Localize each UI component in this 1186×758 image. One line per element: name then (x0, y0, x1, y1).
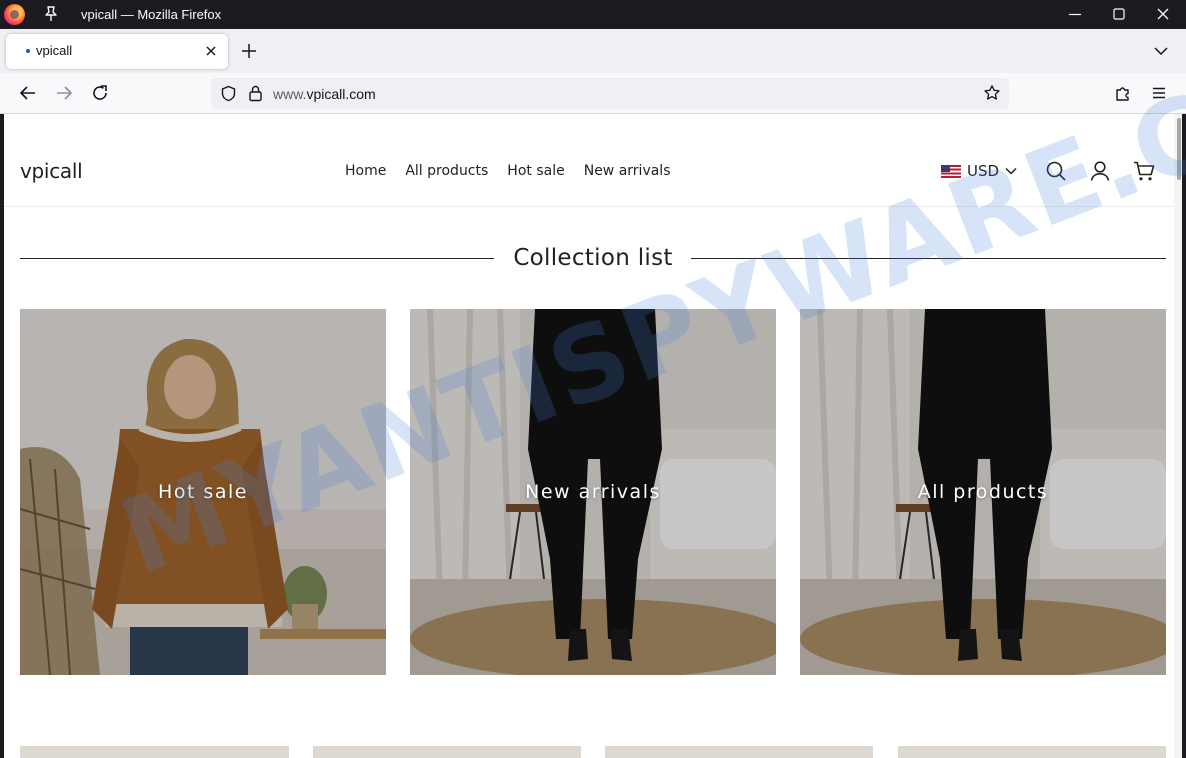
close-icon (1157, 8, 1169, 20)
page-scrollbar[interactable] (1174, 114, 1182, 758)
collection-list-heading: Collection list (20, 242, 1166, 276)
reload-icon[interactable] (91, 84, 109, 102)
window-titlebar: vpicall — Mozilla Firefox (0, 0, 1186, 29)
url-text[interactable]: www.vpicall.com (273, 86, 376, 102)
maximize-button[interactable] (1096, 0, 1142, 29)
navigation-toolbar: www.vpicall.com (0, 73, 1186, 114)
window-title: vpicall — Mozilla Firefox (81, 7, 222, 22)
lock-icon[interactable] (248, 85, 263, 102)
flag-us-icon (941, 164, 961, 178)
minimize-icon (1069, 13, 1081, 16)
maximize-icon (1113, 8, 1125, 20)
forward-icon[interactable] (55, 84, 73, 102)
tab-favicon (26, 49, 30, 53)
collection-card-hot-sale[interactable]: Hot sale (20, 309, 386, 675)
collection-card-new-arrivals[interactable]: New arrivals (410, 309, 776, 675)
product-card-peek[interactable] (605, 746, 873, 758)
bookmark-star-icon[interactable] (983, 84, 1001, 102)
product-card-peek[interactable] (898, 746, 1166, 758)
menu-item-hot-sale[interactable]: Hot sale (507, 163, 564, 179)
collection-card-all-products[interactable]: All products (800, 309, 1166, 675)
extensions-icon[interactable] (1114, 84, 1132, 102)
shield-icon[interactable] (220, 85, 237, 102)
menu-item-new-arrivals[interactable]: New arrivals (584, 163, 671, 179)
main-menu: Home All products Hot sale New arrivals (345, 163, 671, 179)
url-host-prefix: www. (273, 86, 307, 102)
close-window-button[interactable] (1140, 0, 1186, 29)
back-icon[interactable] (19, 84, 37, 102)
product-card-peek[interactable] (313, 746, 581, 758)
tab-vpicall[interactable]: vpicall (6, 34, 228, 69)
app-menu-icon[interactable] (1150, 84, 1168, 102)
tab-strip: vpicall (0, 29, 1186, 73)
tab-close-icon[interactable] (204, 44, 218, 58)
chevron-down-icon (1005, 167, 1017, 175)
search-icon[interactable] (1045, 160, 1067, 182)
collection-label: New arrivals (525, 481, 661, 503)
url-bar[interactable]: www.vpicall.com (211, 78, 1009, 109)
menu-item-home[interactable]: Home (345, 163, 386, 179)
url-host: vpicall.com (306, 86, 376, 102)
page-viewport: vpicall Home All products Hot sale New a… (4, 114, 1182, 758)
currency-code: USD (967, 162, 1000, 180)
site-logo[interactable]: vpicall (20, 159, 83, 183)
account-icon[interactable] (1089, 160, 1111, 182)
section-title: Collection list (513, 245, 673, 271)
tab-list-icon[interactable] (1152, 42, 1170, 60)
minimize-button[interactable] (1052, 0, 1098, 29)
collection-label: Hot sale (158, 481, 248, 503)
collection-label: All products (917, 481, 1049, 503)
currency-selector[interactable]: USD (941, 161, 1017, 181)
product-card-peek[interactable] (20, 746, 289, 758)
pin-icon[interactable] (44, 6, 58, 22)
cart-icon[interactable] (1133, 160, 1155, 182)
firefox-logo-icon (4, 4, 25, 25)
site-header: vpicall Home All products Hot sale New a… (4, 114, 1174, 207)
scrollbar-thumb[interactable] (1177, 118, 1181, 180)
menu-item-all-products[interactable]: All products (405, 163, 488, 179)
new-tab-icon[interactable] (240, 42, 258, 60)
tab-title: vpicall (36, 43, 73, 58)
